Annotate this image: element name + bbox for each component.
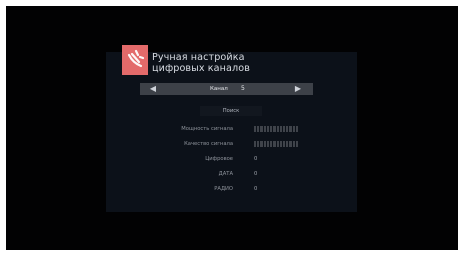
search-button[interactable]: Поиск — [200, 106, 262, 116]
radio-count-row: РАДИО 0 — [106, 184, 357, 194]
data-count-row: ДАТА 0 — [106, 169, 357, 179]
digital-label: Цифровое — [205, 156, 233, 162]
signal-strength-label: Мощность сигнала — [181, 126, 233, 132]
signal-quality-label: Качество сигнала — [184, 141, 233, 147]
signal-quality-row: Качество сигнала — [106, 139, 357, 149]
signal-quality-meter — [254, 141, 299, 147]
digital-value: 0 — [254, 156, 258, 162]
radio-value: 0 — [254, 186, 258, 192]
arrow-right-icon[interactable]: ▶ — [291, 83, 305, 95]
signal-strength-meter — [254, 126, 299, 132]
data-label: ДАТА — [218, 171, 233, 177]
digital-count-row: Цифровое 0 — [106, 154, 357, 164]
data-value: 0 — [254, 171, 258, 177]
satellite-dish-icon — [122, 45, 148, 75]
dialog-title: Ручная настройка цифровых каналов — [152, 52, 250, 74]
channel-label: Канал — [210, 86, 228, 92]
channel-selector[interactable]: ◀ Канал 5 ▶ — [140, 83, 313, 95]
arrow-left-icon[interactable]: ◀ — [146, 83, 160, 95]
radio-label: РАДИО — [214, 186, 233, 192]
title-line-2: цифровых каналов — [152, 63, 250, 74]
title-line-1: Ручная настройка — [152, 52, 245, 63]
signal-strength-row: Мощность сигнала — [106, 124, 357, 134]
channel-value: 5 — [241, 85, 245, 92]
